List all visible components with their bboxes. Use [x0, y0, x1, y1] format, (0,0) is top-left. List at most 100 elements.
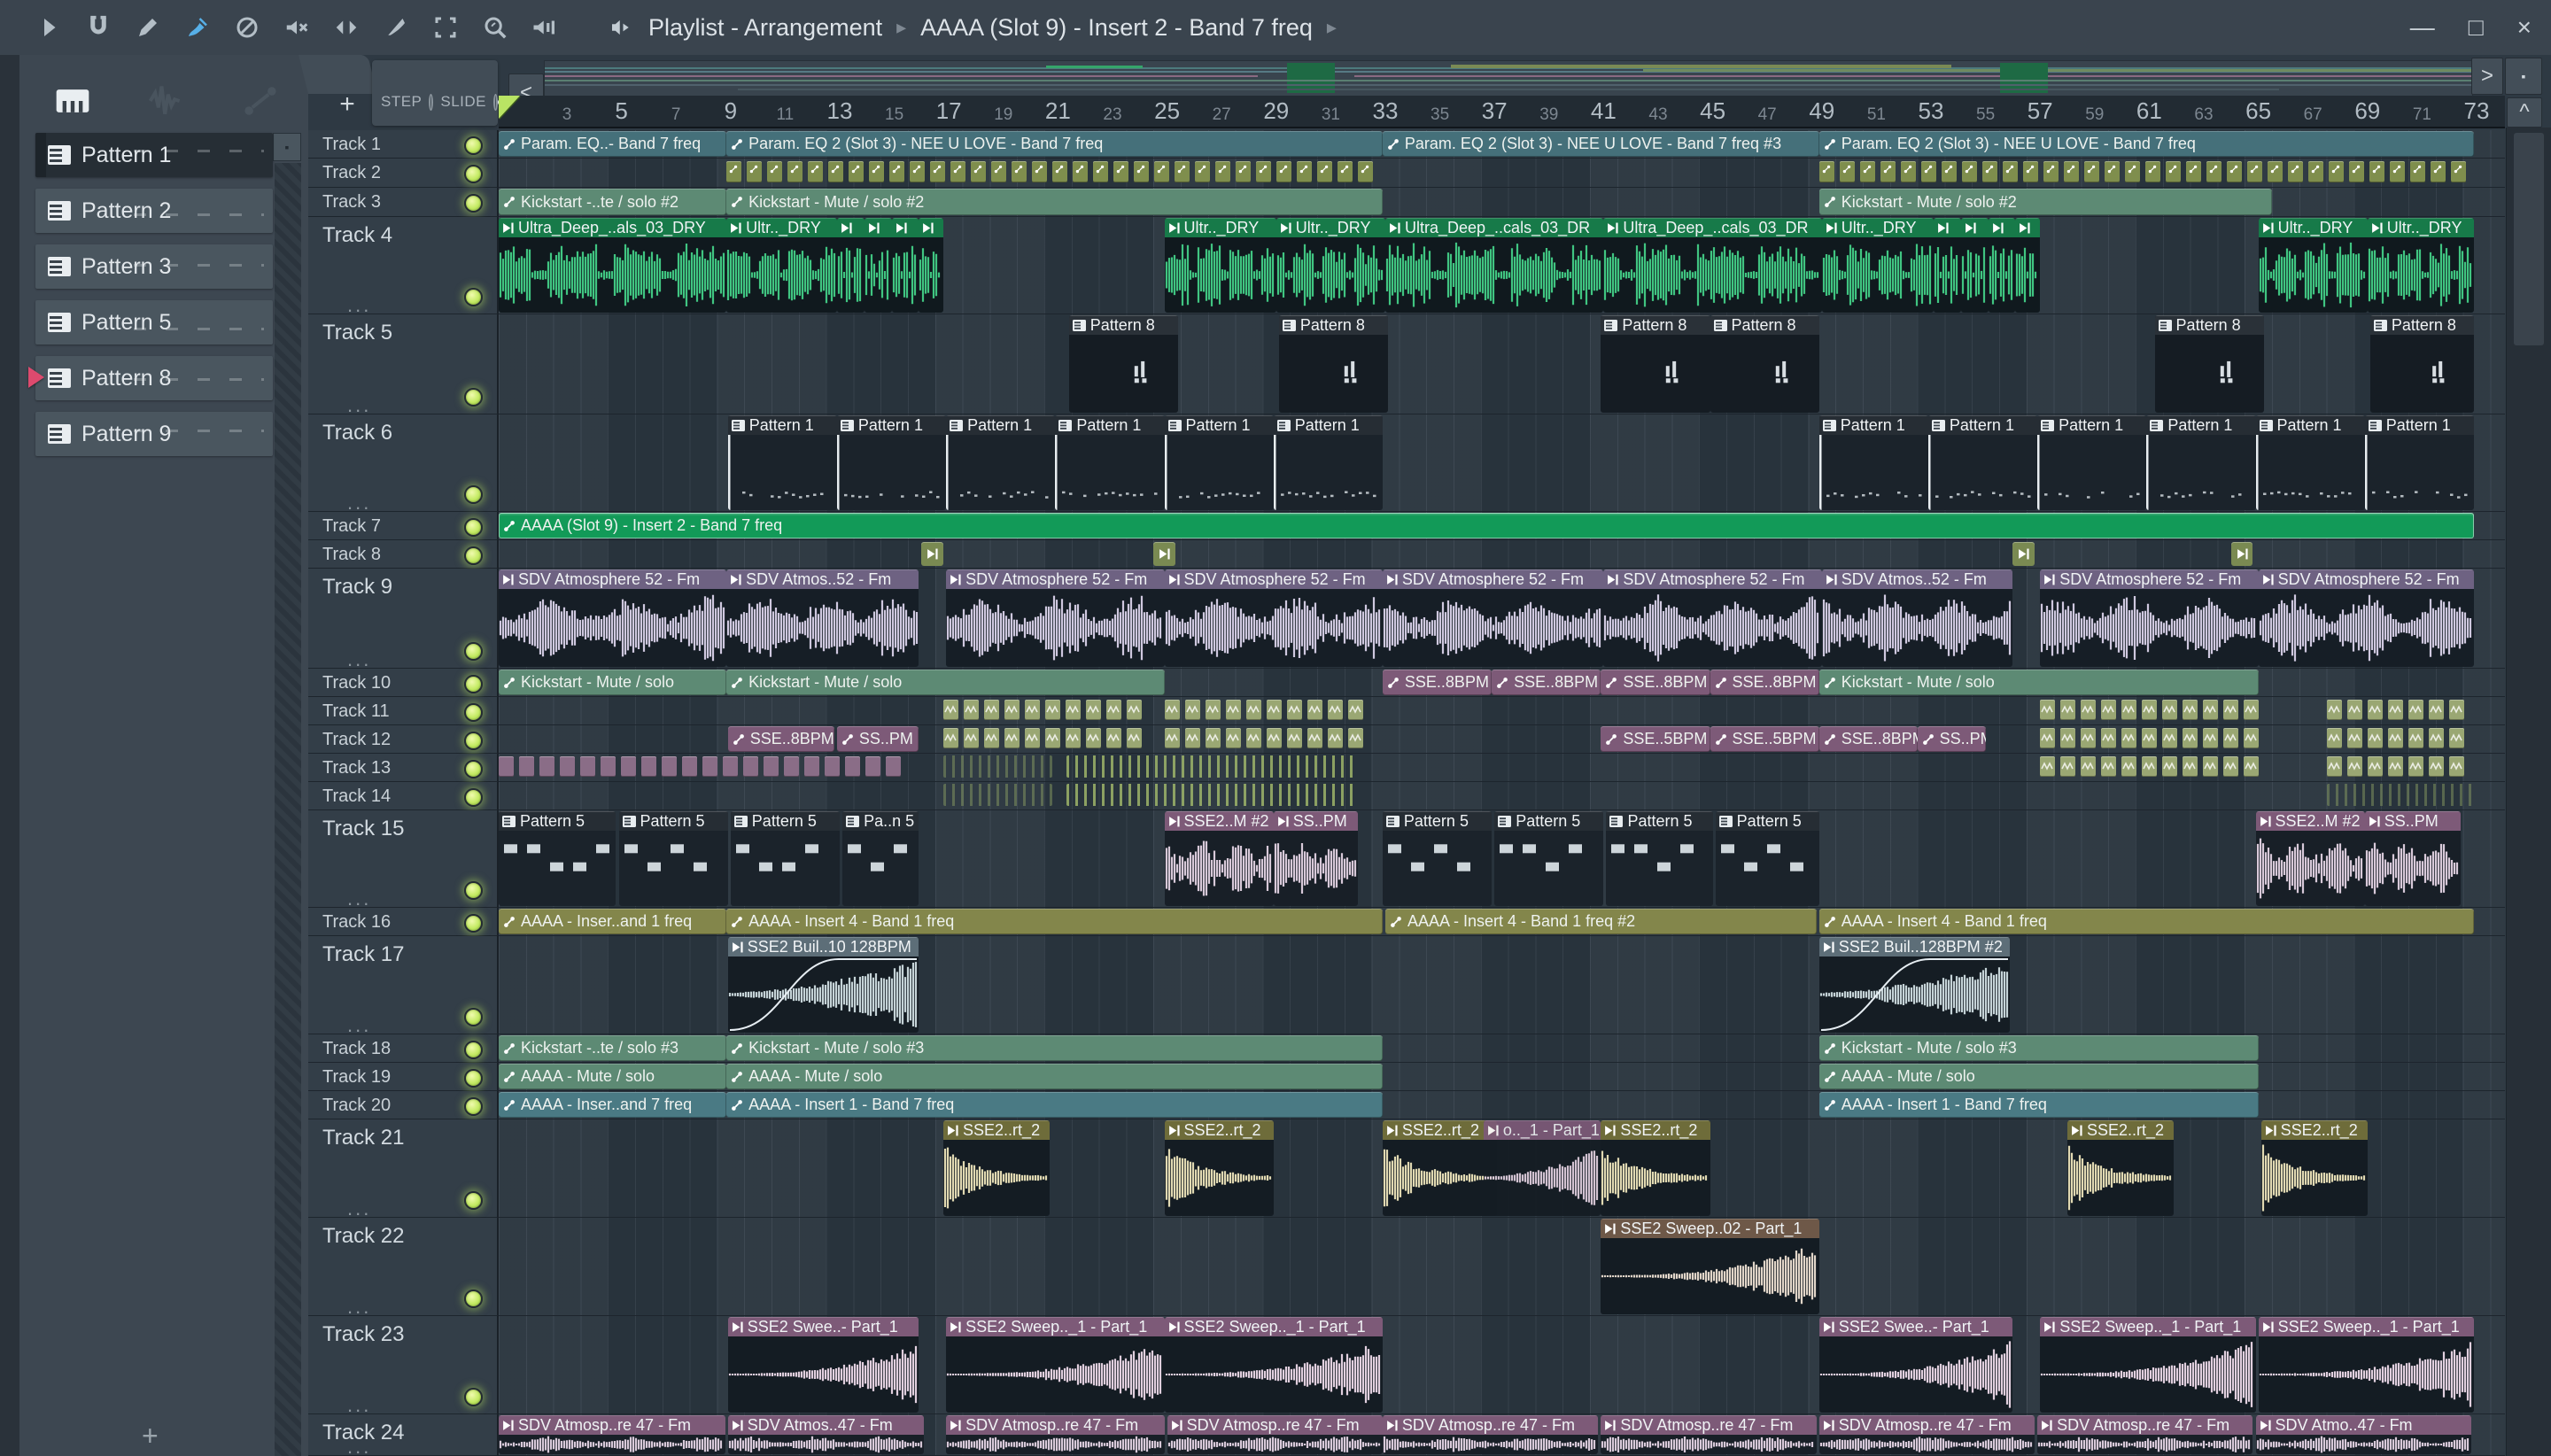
playlist-clip[interactable]: SSE2..rt_2: [1164, 1120, 1274, 1216]
playlist-clip[interactable]: SSE2..rt_2: [1382, 1120, 1498, 1216]
maximize-button[interactable]: □: [2469, 13, 2484, 42]
playlist-clip[interactable]: [2230, 542, 2253, 566]
track-label-cell[interactable]: Track 10: [308, 669, 499, 697]
slide-toggle[interactable]: [493, 93, 506, 111]
pattern-item[interactable]: Pattern 1: [35, 133, 273, 177]
micro-clip[interactable]: [1205, 700, 1221, 720]
micro-clip[interactable]: [2244, 756, 2260, 777]
track-label-cell[interactable]: Track 14: [308, 782, 499, 810]
playlist-clip[interactable]: SDV Atmos..47 - Fm: [727, 1415, 925, 1454]
micro-clip[interactable]: [2369, 161, 2384, 182]
playlist-clip[interactable]: Pattern 5: [618, 811, 728, 906]
paint-tool-icon[interactable]: [184, 14, 211, 41]
track-name[interactable]: Track 9: [322, 575, 392, 600]
micro-clip[interactable]: [726, 161, 742, 182]
playlist-clip[interactable]: Pattern 5: [1715, 811, 1819, 906]
playlist-clip[interactable]: Pattern 8: [1068, 315, 1178, 413]
playlist-overview[interactable]: [544, 60, 2473, 97]
micro-clip[interactable]: [1134, 161, 1150, 182]
playlist-clip[interactable]: Param. EQ 2 (Slot 3) - NEE U LOVE - Band…: [1382, 131, 1819, 157]
micro-clip[interactable]: [1286, 728, 1302, 748]
micro-clip[interactable]: [1004, 700, 1020, 720]
pattern-item[interactable]: Pattern 2: [35, 189, 273, 233]
micro-clip[interactable]: [1215, 161, 1231, 182]
track-lane[interactable]: AAAA - Inser..and 7 freq AAAA - Insert 1 …: [499, 1091, 2505, 1119]
micro-clip[interactable]: [964, 700, 980, 720]
micro-clip[interactable]: [1245, 700, 1261, 720]
micro-clip[interactable]: [2104, 161, 2120, 182]
track-lane[interactable]: AAAA - Inser..and 1 freq AAAA - Insert 4 …: [499, 908, 2505, 936]
micro-clip[interactable]: [1347, 700, 1363, 720]
vertical-scrollbar-handle[interactable]: [2514, 133, 2544, 345]
playlist-clip[interactable]: SDV Atmosphere 52 - Fm: [2040, 569, 2259, 667]
playlist-clip[interactable]: [919, 218, 944, 313]
micro-clip[interactable]: [1154, 161, 1170, 182]
micro-clip[interactable]: [621, 756, 636, 777]
micro-clip[interactable]: [2448, 728, 2464, 748]
playlist-clip[interactable]: AAAA - Insert 4 - Band 1 freq: [1818, 909, 2474, 934]
track-name[interactable]: Track 17: [322, 942, 404, 967]
micro-clip[interactable]: [1052, 161, 1068, 182]
track-mute-led[interactable]: [464, 787, 483, 807]
playlist-clip[interactable]: AAAA - Insert 4 - Band 1 freq: [726, 909, 1383, 934]
track-name[interactable]: Track 15: [322, 817, 404, 841]
playlist-clip[interactable]: Kickstart - Mute / solo: [499, 670, 727, 695]
pattern-item[interactable]: Pattern 5: [35, 300, 273, 345]
micro-clip[interactable]: [2002, 161, 2018, 182]
micro-clip[interactable]: [1113, 161, 1129, 182]
playlist-clip[interactable]: AAAA - Inser..and 7 freq: [499, 1092, 727, 1118]
micro-clip[interactable]: [2226, 161, 2242, 182]
playlist-clip[interactable]: Param. EQ 2 (Slot 3) - NEE U LOVE - Band…: [1818, 131, 2474, 157]
playlist-clip[interactable]: o.._1 - Part_1: [1483, 1120, 1601, 1216]
micro-clip[interactable]: [1066, 728, 1082, 748]
micro-clip[interactable]: [2081, 728, 2097, 748]
micro-stripe-group[interactable]: [943, 755, 1053, 778]
track-name[interactable]: Track 4: [322, 223, 392, 248]
playlist-clip[interactable]: SDV Atmos..52 - Fm: [726, 569, 919, 667]
track-name[interactable]: Track 5: [322, 321, 392, 345]
micro-clip[interactable]: [889, 161, 905, 182]
playlist-clip[interactable]: SDV Atmosp..re 47 - Fm: [946, 1415, 1165, 1454]
playlist-clip[interactable]: SS..PM: [2364, 811, 2461, 906]
micro-clip[interactable]: [499, 756, 514, 777]
track-mute-led[interactable]: [464, 1068, 483, 1088]
playlist-clip[interactable]: Param. EQ..- Band 7 freq: [499, 131, 727, 157]
track-name[interactable]: Track 13: [322, 754, 391, 782]
micro-clip[interactable]: [1961, 161, 1977, 182]
picker-scrollbar-button[interactable]: ▪: [273, 133, 301, 161]
magnet-icon[interactable]: [85, 14, 112, 41]
track-name[interactable]: Track 10: [322, 669, 391, 697]
micro-clip[interactable]: [865, 756, 880, 777]
micro-clip[interactable]: [2267, 161, 2283, 182]
track-name[interactable]: Track 11: [322, 697, 390, 725]
micro-clip[interactable]: [1184, 728, 1200, 748]
micro-clip[interactable]: [1164, 728, 1180, 748]
micro-clip[interactable]: [2203, 756, 2219, 777]
playlist-clip[interactable]: SSE2 Swee..- Part_1: [727, 1317, 919, 1413]
micro-clip[interactable]: [1839, 161, 1855, 182]
playlist-clip[interactable]: Pattern 1: [836, 415, 947, 510]
micro-clip[interactable]: [702, 756, 717, 777]
track-mute-led[interactable]: [464, 136, 483, 155]
scroll-right-button[interactable]: >: [2471, 58, 2503, 95]
micro-clip[interactable]: [1225, 728, 1241, 748]
micro-clip[interactable]: [2121, 756, 2137, 777]
picker-tab-automation[interactable]: [241, 81, 280, 120]
micro-stripe-group[interactable]: [943, 784, 1053, 806]
playlist-clip[interactable]: AAAA - Insert 1 - Band 7 freq: [726, 1092, 1383, 1118]
track-name[interactable]: Track 2: [322, 159, 381, 188]
micro-clip[interactable]: [2183, 700, 2198, 720]
micro-clip[interactable]: [910, 161, 926, 182]
playlist-clip[interactable]: SDV Atmosp..re 47 - Fm: [499, 1415, 725, 1454]
micro-clip[interactable]: [601, 756, 616, 777]
playlist-clip[interactable]: SDV Atmosphere 52 - Fm: [499, 569, 727, 667]
playlist-clip[interactable]: Pattern 5: [1606, 811, 1713, 906]
micro-clip[interactable]: [2162, 728, 2178, 748]
micro-clip[interactable]: [1004, 728, 1020, 748]
playlist-clip[interactable]: SSE2 Sweep.._1 - Part_1: [2040, 1317, 2256, 1413]
micro-clip[interactable]: [2389, 161, 2405, 182]
micro-clip[interactable]: [2083, 161, 2099, 182]
playlist-clip[interactable]: Ultra_Deep_..cals_03_DR: [1603, 218, 1822, 313]
micro-clip[interactable]: [2081, 756, 2097, 777]
micro-clip[interactable]: [2408, 756, 2423, 777]
